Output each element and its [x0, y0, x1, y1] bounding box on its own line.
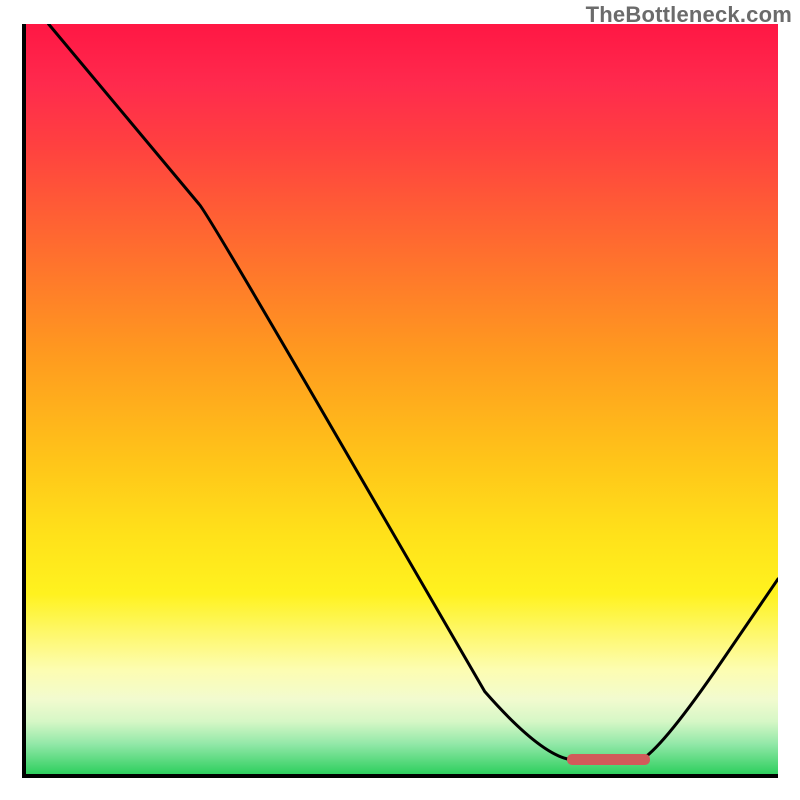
curve-svg: [26, 24, 778, 774]
bottleneck-curve-path: [49, 24, 778, 759]
plot-area: [22, 24, 778, 778]
optimal-marker: [567, 754, 650, 765]
watermark-text: TheBottleneck.com: [586, 2, 792, 28]
chart-frame: TheBottleneck.com: [0, 0, 800, 800]
